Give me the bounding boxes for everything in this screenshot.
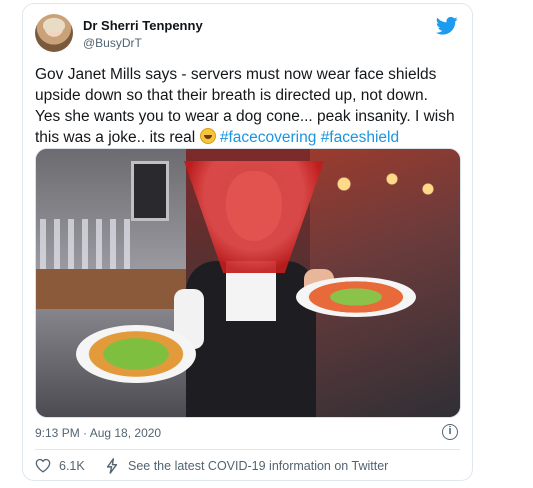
tweet-card: Dr Sherri Tenpenny @BusyDrT Gov Janet Mi…: [22, 3, 473, 481]
like-count[interactable]: 6.1K: [59, 459, 85, 473]
lightning-bolt-icon: [106, 458, 118, 474]
hashtag-link[interactable]: #faceshield: [321, 129, 399, 146]
tweet-text-line: upside down so that their breath is dire…: [35, 87, 428, 104]
tweet-timestamp[interactable]: 9:13 PM · Aug 18, 2020: [35, 426, 161, 440]
photo-red-cone-shield: [184, 161, 324, 273]
photo-register-monitor: [131, 161, 169, 221]
twitter-bird-icon[interactable]: [436, 16, 458, 36]
tweet-text-line-last: this was a joke.. its real #facecovering…: [35, 127, 463, 148]
photo-salad-plate: [76, 325, 196, 383]
avatar[interactable]: [35, 14, 73, 52]
photo-food-plate: [296, 277, 416, 317]
heart-icon[interactable]: [35, 458, 51, 473]
grinning-emoji-icon: [199, 128, 216, 144]
tweet-photo[interactable]: [35, 148, 461, 418]
tweet-text-line: Gov Janet Mills says - servers must now …: [35, 66, 437, 83]
covid-info-link[interactable]: See the latest COVID-19 information on T…: [128, 459, 388, 473]
tweet-text: Gov Janet Mills says - servers must now …: [35, 64, 463, 148]
photo-lights: [320, 159, 440, 209]
tweet-footer: 6.1K See the latest COVID-19 information…: [35, 456, 460, 476]
tweet-text-line: this was a joke.. its real: [35, 129, 196, 146]
tweet-header: Dr Sherri Tenpenny @BusyDrT: [35, 14, 460, 58]
tweet-text-line: Yes she wants you to wear a dog cone... …: [35, 108, 455, 125]
author-name[interactable]: Dr Sherri Tenpenny: [83, 18, 203, 33]
photo-counter: [36, 269, 186, 309]
author-handle[interactable]: @BusyDrT: [83, 36, 142, 50]
divider: [35, 449, 460, 450]
info-icon[interactable]: i: [442, 424, 458, 440]
hashtag-link[interactable]: #facecovering: [220, 129, 317, 146]
